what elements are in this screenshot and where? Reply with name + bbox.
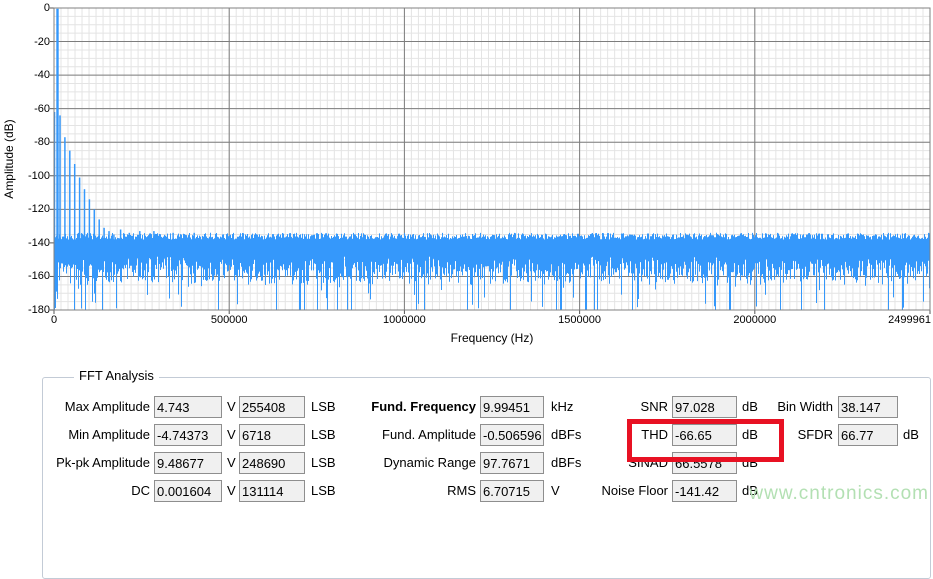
y-tick-label: -100 — [8, 170, 50, 182]
max-amplitude-lsb-field[interactable] — [239, 396, 305, 418]
pkpk-amplitude-lsb-unit: LSB — [311, 452, 336, 474]
dc-lsb-field[interactable] — [239, 480, 305, 502]
min-amplitude-lsb-field[interactable] — [239, 424, 305, 446]
x-tick-label: 2000000 — [733, 314, 776, 326]
y-tick-label: -60 — [8, 103, 50, 115]
max-amplitude-label: Max Amplitude — [36, 396, 150, 418]
y-tick-label: -120 — [8, 203, 50, 215]
sinad-field[interactable] — [672, 452, 737, 474]
pkpk-amplitude-v-unit: V — [227, 452, 236, 474]
max-amplitude-lsb-unit: LSB — [311, 396, 336, 418]
snr-field[interactable] — [672, 396, 737, 418]
dc-v-unit: V — [227, 480, 236, 502]
dc-v-field[interactable] — [154, 480, 222, 502]
x-tick-label: 0 — [51, 314, 57, 326]
x-tick-label: 500000 — [211, 314, 248, 326]
y-tick-label: -180 — [8, 304, 50, 316]
fft-spectrum-chart: Amplitude (dB) Frequency (Hz) 0 -20 -40 -60… — [0, 0, 933, 355]
x-axis-title: Frequency (Hz) — [451, 331, 534, 345]
y-tick-label: -20 — [8, 36, 50, 48]
snr-label: SNR — [554, 396, 668, 418]
rms-label: RMS — [350, 480, 476, 502]
fund-frequency-field[interactable] — [480, 396, 544, 418]
max-amplitude-v-field[interactable] — [154, 396, 222, 418]
dc-lsb-unit: LSB — [311, 480, 336, 502]
y-tick-label: -160 — [8, 270, 50, 282]
x-tick-label: 2499961 — [888, 314, 931, 326]
min-amplitude-label: Min Amplitude — [36, 424, 150, 446]
x-tick-label: 1000000 — [383, 314, 426, 326]
min-amplitude-lsb-unit: LSB — [311, 424, 336, 446]
max-amplitude-v-unit: V — [227, 396, 236, 418]
sfdr-unit: dB — [903, 424, 919, 446]
y-tick-label: -140 — [8, 237, 50, 249]
spectrum-plot — [0, 0, 933, 355]
x-tick-label: 1500000 — [558, 314, 601, 326]
thd-label: THD — [554, 424, 668, 446]
y-tick-label: -40 — [8, 69, 50, 81]
sfdr-label: SFDR — [754, 424, 833, 446]
sinad-label: SINAD — [554, 452, 668, 474]
pkpk-amplitude-v-field[interactable] — [154, 452, 222, 474]
dc-label: DC — [36, 480, 150, 502]
y-axis-title: Amplitude (dB) — [2, 119, 16, 198]
dynamic-range-field[interactable] — [480, 452, 544, 474]
pkpk-amplitude-lsb-field[interactable] — [239, 452, 305, 474]
sfdr-field[interactable] — [838, 424, 898, 446]
y-tick-label: -80 — [8, 136, 50, 148]
min-amplitude-v-unit: V — [227, 424, 236, 446]
fund-frequency-label: Fund. Frequency — [350, 396, 476, 418]
watermark-text: www.cntronics.com — [749, 483, 929, 505]
dynamic-range-label: Dynamic Range — [350, 452, 476, 474]
y-tick-label: 0 — [8, 2, 50, 14]
thd-field[interactable] — [672, 424, 737, 446]
fund-amplitude-label: Fund. Amplitude — [350, 424, 476, 446]
sinad-unit: dB — [742, 452, 758, 474]
pkpk-amplitude-label: Pk-pk Amplitude — [36, 452, 150, 474]
fft-analyzer-window: { "chart_data": { "type": "line", "title… — [0, 0, 933, 507]
fund-amplitude-field[interactable] — [480, 424, 544, 446]
noise-floor-field[interactable] — [672, 480, 737, 502]
min-amplitude-v-field[interactable] — [154, 424, 222, 446]
bin-width-label: Bin Width — [754, 396, 833, 418]
rms-field[interactable] — [480, 480, 544, 502]
bin-width-field[interactable] — [838, 396, 898, 418]
noise-floor-label: Noise Floor — [554, 480, 668, 502]
panel-title: FFT Analysis — [74, 368, 159, 383]
